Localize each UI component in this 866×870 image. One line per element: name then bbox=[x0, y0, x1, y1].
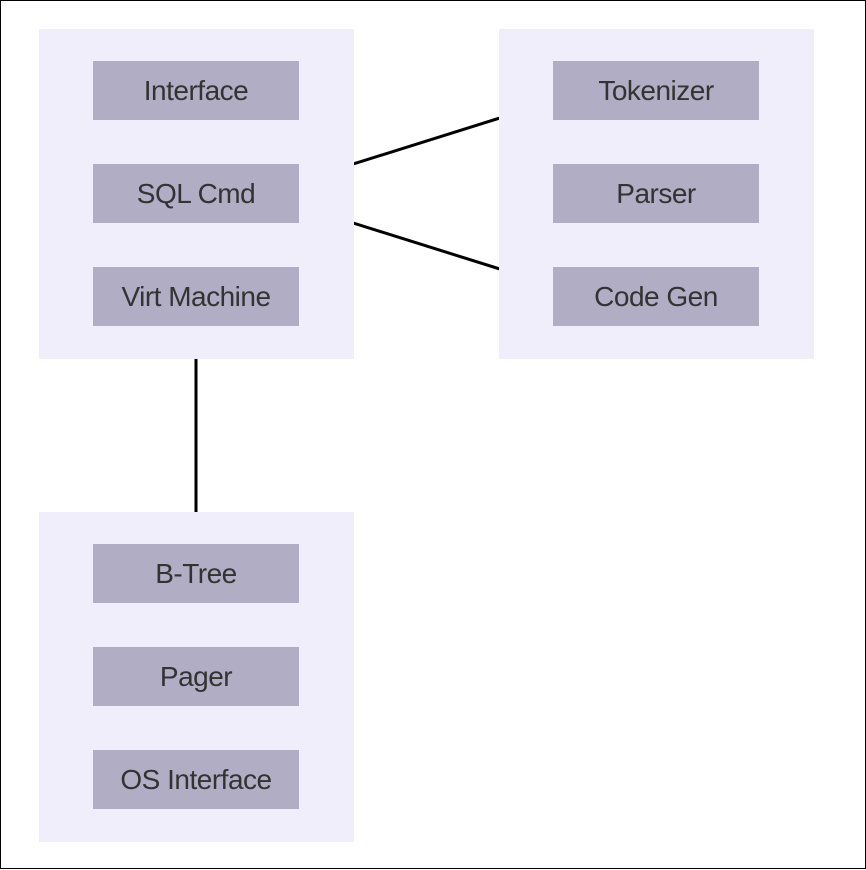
diagram-canvas: Interface SQL Cmd Virt Machine Tokenizer… bbox=[0, 0, 866, 869]
node-label: Parser bbox=[616, 178, 695, 210]
node-label: SQL Cmd bbox=[137, 178, 255, 210]
node-label: B-Tree bbox=[155, 558, 237, 590]
node-sql-cmd: SQL Cmd bbox=[93, 164, 299, 223]
node-interface: Interface bbox=[93, 61, 299, 120]
node-label: Virt Machine bbox=[121, 281, 270, 313]
node-b-tree: B-Tree bbox=[93, 544, 299, 603]
node-label: Code Gen bbox=[594, 281, 718, 313]
node-label: Tokenizer bbox=[598, 75, 713, 107]
node-tokenizer: Tokenizer bbox=[553, 61, 759, 120]
node-label: OS Interface bbox=[120, 764, 271, 796]
node-label: Interface bbox=[144, 75, 248, 107]
node-pager: Pager bbox=[93, 647, 299, 706]
node-code-gen: Code Gen bbox=[553, 267, 759, 326]
node-virt-machine: Virt Machine bbox=[93, 267, 299, 326]
node-label: Pager bbox=[160, 661, 232, 693]
node-parser: Parser bbox=[553, 164, 759, 223]
node-os-interface: OS Interface bbox=[93, 750, 299, 809]
